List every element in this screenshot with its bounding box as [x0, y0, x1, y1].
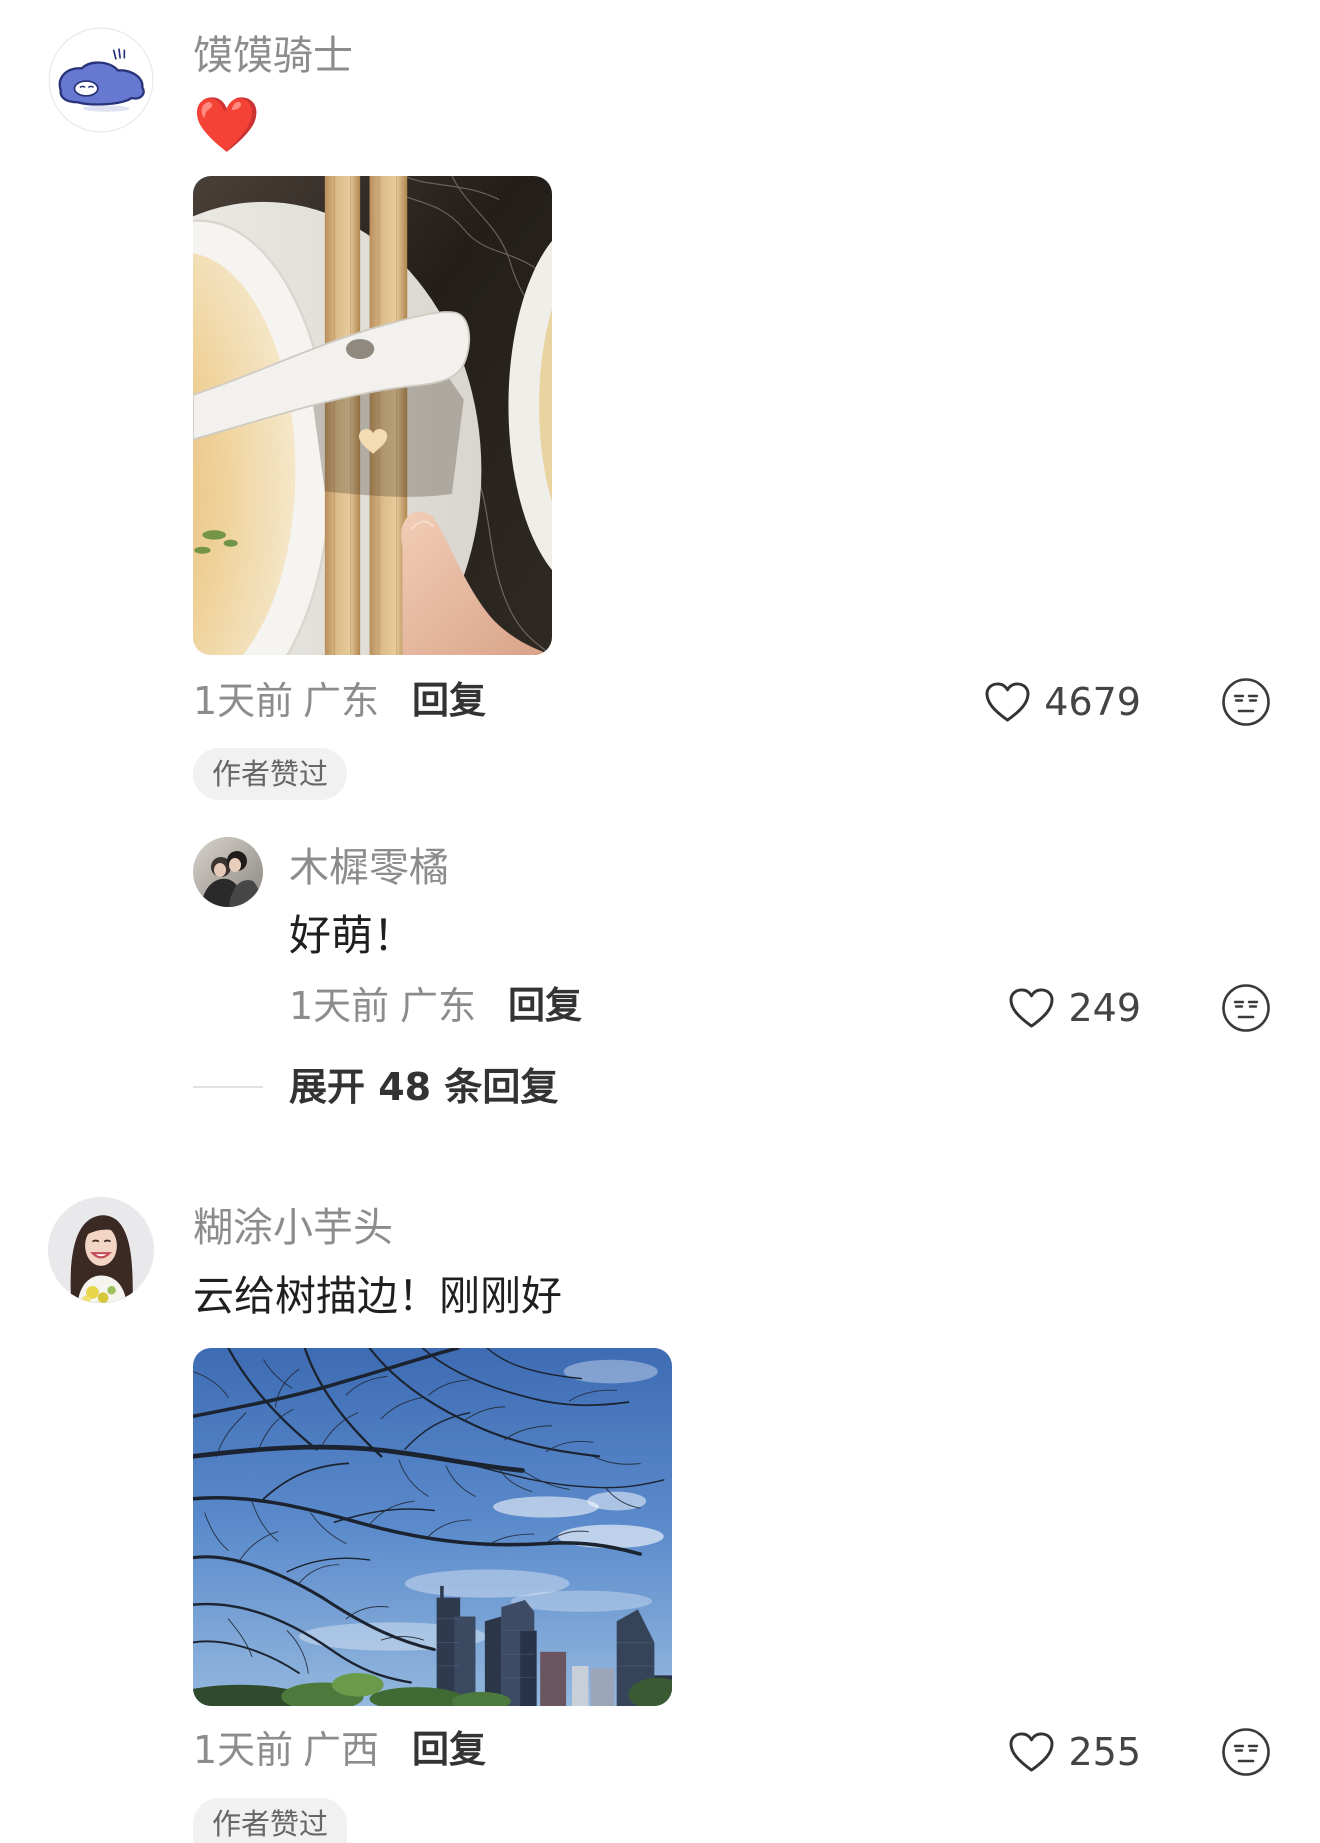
comment-photo: [193, 176, 552, 655]
comment-image[interactable]: [193, 1348, 672, 1706]
dislike-button[interactable]: [1221, 1727, 1271, 1777]
like-count: 255: [1068, 1730, 1141, 1774]
comment-time: 1天前: [193, 1728, 294, 1772]
photo-avatar-icon: [48, 1197, 154, 1303]
comment-text: 云给树描边！刚刚好: [193, 1272, 562, 1320]
comment-list: 馍馍骑士 ❤️ 1天前 广东 回复 4679 作者赞过 木樨零橘 好萌！ 1天前…: [0, 0, 1320, 1843]
avatar[interactable]: [48, 1197, 154, 1303]
reply-button[interactable]: 回复: [508, 983, 582, 1029]
username[interactable]: 馍馍骑士: [193, 32, 353, 80]
author-liked-badge: 作者赞过: [193, 748, 347, 800]
expand-divider: [193, 1086, 263, 1088]
like-button[interactable]: 255: [1008, 1729, 1141, 1775]
like-button[interactable]: 4679: [984, 679, 1141, 725]
like-count: 4679: [1044, 680, 1141, 724]
heart-outline-icon: [1009, 1731, 1054, 1772]
heart-outline-icon: [985, 681, 1030, 722]
comment-text: ❤️: [193, 93, 261, 156]
meh-face-icon: [1222, 678, 1270, 726]
expand-replies-button[interactable]: 展开 48 条回复: [289, 1064, 558, 1110]
username[interactable]: 木樨零橘: [289, 844, 449, 892]
reply-time: 1天前: [289, 984, 390, 1028]
comment-image[interactable]: [193, 176, 552, 655]
comment-time: 1天前: [193, 679, 294, 723]
dislike-button[interactable]: [1221, 677, 1271, 727]
comment-location: 广东: [303, 679, 380, 723]
meh-face-icon: [1222, 1728, 1270, 1776]
like-button[interactable]: 249: [1008, 985, 1141, 1031]
dislike-button[interactable]: [1221, 983, 1271, 1033]
username[interactable]: 糊涂小芋头: [193, 1204, 393, 1252]
heart-outline-icon: [1009, 987, 1054, 1028]
avatar[interactable]: [193, 837, 263, 907]
avatar[interactable]: [48, 27, 154, 133]
reply-text: 好萌！: [289, 911, 416, 960]
reply-button[interactable]: 回复: [412, 678, 486, 724]
photo-avatar-icon: [193, 837, 263, 907]
cartoon-avatar-icon: [48, 27, 154, 133]
comment-photo: [193, 1348, 672, 1706]
reply-location: 广东: [400, 984, 477, 1028]
meh-face-icon: [1222, 984, 1270, 1032]
author-liked-badge: 作者赞过: [193, 1798, 347, 1843]
comment-location: 广西: [303, 1728, 380, 1772]
reply-button[interactable]: 回复: [412, 1727, 486, 1773]
like-count: 249: [1068, 986, 1141, 1030]
